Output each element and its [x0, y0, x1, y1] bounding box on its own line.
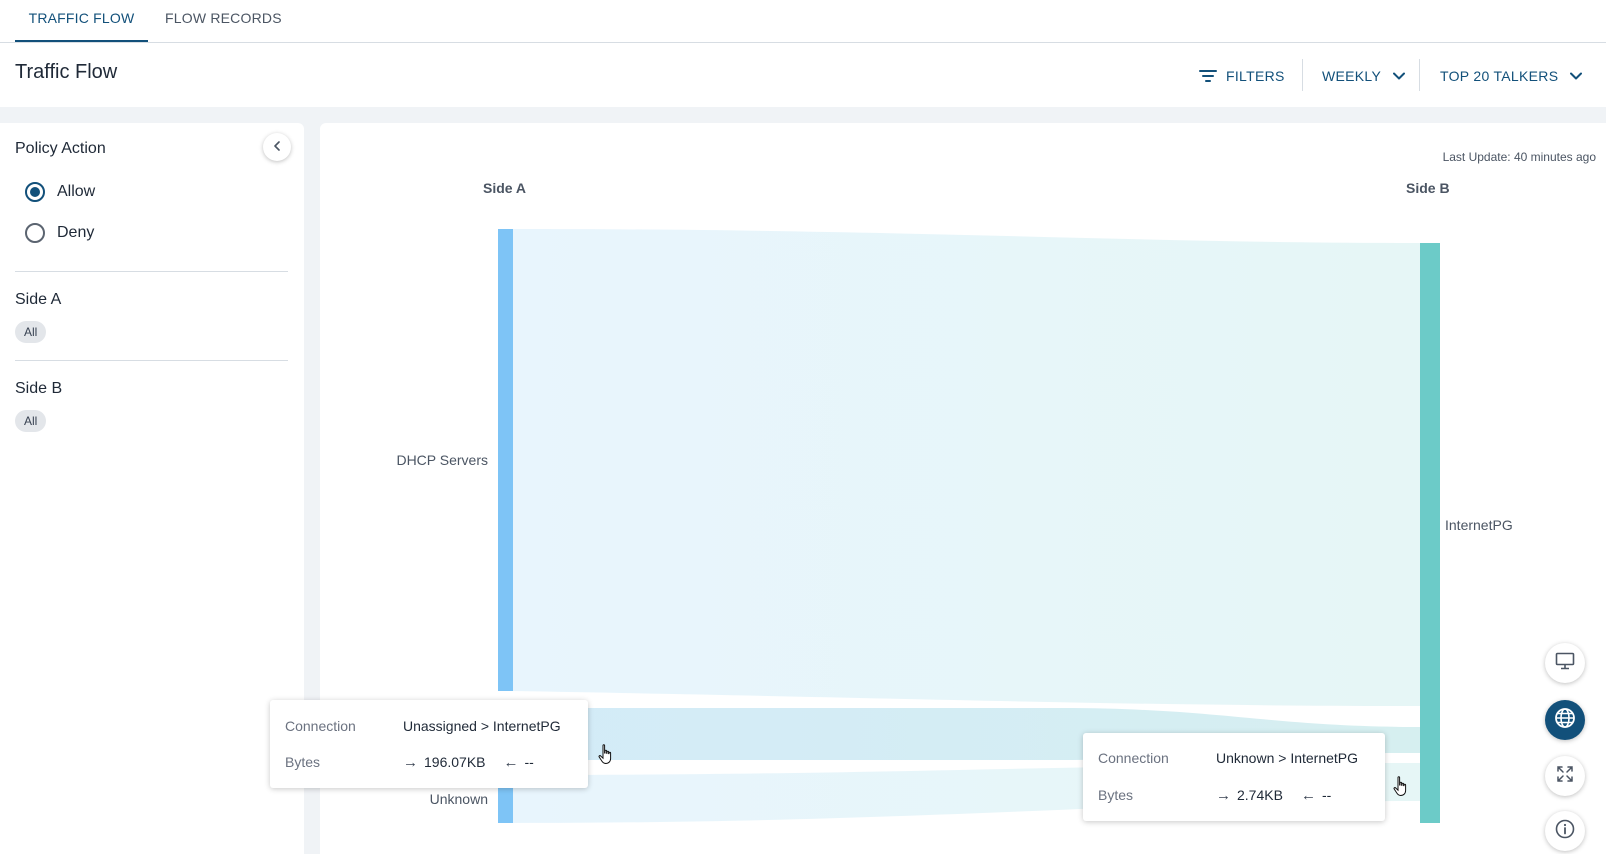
tooltip-bytes-key: Bytes: [1098, 787, 1134, 803]
collapse-panel-button[interactable]: [263, 133, 291, 161]
expand-icon: [1556, 765, 1574, 788]
period-select[interactable]: WEEKLY: [1322, 64, 1406, 88]
chevron-down-icon: [1393, 72, 1406, 80]
node-label-internetpg: InternetPG: [1445, 517, 1513, 533]
page-title: Traffic Flow: [15, 61, 118, 83]
globe-view-button[interactable]: [1545, 700, 1585, 740]
monitor-icon: [1555, 652, 1575, 675]
header-divider: [1419, 59, 1420, 91]
node-internetpg[interactable]: [1420, 243, 1440, 823]
talkers-label: TOP 20 TALKERS: [1440, 68, 1559, 84]
info-icon: [1555, 819, 1575, 844]
tooltip-connection-row: Connection Unassigned > InternetPG: [285, 716, 573, 736]
tooltip-bytes-key: Bytes: [285, 754, 321, 770]
side-a-title: Side A: [15, 291, 62, 308]
arrow-left-icon: ←: [503, 753, 519, 771]
tooltip-connection-key: Connection: [1098, 750, 1169, 766]
tooltip-connection-value: Unknown > InternetPG: [1216, 750, 1359, 766]
tooltip-connection-key: Connection: [285, 718, 356, 734]
node-dhcp-servers[interactable]: [498, 229, 513, 691]
filter-side-panel: Policy Action Allow Deny Side A All Side…: [0, 123, 304, 854]
side-a-axis-label: Side A: [483, 180, 526, 196]
bytes-forward-value: 196.07KB: [424, 754, 486, 770]
tab-bar: TRAFFIC FLOW FLOW RECORDS: [0, 0, 1606, 43]
tooltip-unassigned-internetpg: Connection Unassigned > InternetPG Bytes…: [270, 700, 588, 788]
tooltip-bytes-row: Bytes → 2.74KB ← --: [1098, 785, 1370, 805]
tooltip-connection-row: Connection Unknown > InternetPG: [1098, 748, 1370, 768]
period-label: WEEKLY: [1322, 68, 1382, 84]
tab-flow-records[interactable]: FLOW RECORDS: [165, 0, 282, 42]
side-a-chip[interactable]: All: [15, 321, 47, 343]
policy-action-title: Policy Action: [15, 140, 106, 157]
side-b-axis-label: Side B: [1406, 180, 1450, 196]
filters-label: FILTERS: [1226, 68, 1285, 84]
radio-button-checked[interactable]: [25, 182, 45, 202]
bytes-reverse-value: --: [524, 754, 534, 770]
radio-allow[interactable]: Allow: [25, 181, 95, 203]
tooltip-connection-value: Unassigned > InternetPG: [403, 718, 561, 734]
bytes-reverse-value: --: [1321, 787, 1332, 803]
node-label-unknown: Unknown: [430, 791, 488, 807]
tooltip-unknown-internetpg: Connection Unknown > InternetPG Bytes → …: [1083, 733, 1385, 821]
fullscreen-button[interactable]: [1545, 756, 1585, 796]
arrow-left-icon: ←: [1300, 786, 1316, 804]
filters-button[interactable]: FILTERS: [1199, 64, 1285, 88]
radio-button-unchecked[interactable]: [25, 223, 45, 243]
radio-deny[interactable]: Deny: [25, 222, 94, 244]
info-button[interactable]: [1545, 811, 1585, 851]
chevron-left-icon: [273, 138, 281, 156]
node-label-dhcp-servers: DHCP Servers: [396, 452, 488, 468]
tooltip-bytes-row: Bytes → 196.07KB ← --: [285, 752, 573, 772]
header-divider: [1302, 59, 1303, 91]
arrow-right-icon: →: [1216, 786, 1231, 804]
section-divider: [15, 271, 288, 272]
section-divider: [15, 360, 288, 361]
chevron-down-icon: [1570, 72, 1583, 80]
talkers-select[interactable]: TOP 20 TALKERS: [1440, 64, 1583, 88]
arrow-right-icon: →: [403, 753, 418, 771]
monitor-view-button[interactable]: [1545, 643, 1585, 683]
radio-label-deny: Deny: [57, 224, 95, 241]
tab-traffic-flow[interactable]: TRAFFIC FLOW: [15, 0, 148, 42]
side-b-title: Side B: [15, 380, 63, 397]
filter-icon: [1199, 69, 1217, 83]
link-dhcp-servers-internetpg[interactable]: [513, 229, 1420, 706]
globe-icon: [1554, 707, 1576, 734]
bytes-forward-value: 2.74KB: [1237, 787, 1283, 803]
page-header: Traffic Flow FILTERS WEEKLY TOP 20 TALKE…: [0, 43, 1606, 107]
radio-label-allow: Allow: [57, 183, 96, 200]
side-b-chip[interactable]: All: [15, 410, 47, 432]
